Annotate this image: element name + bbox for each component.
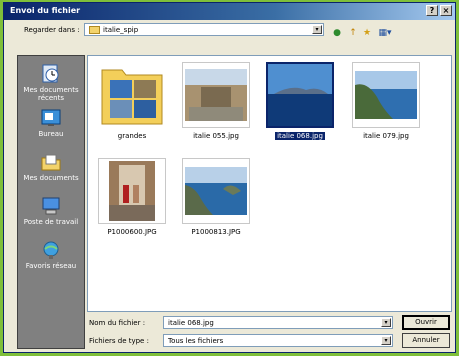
- close-button[interactable]: ×: [440, 5, 452, 16]
- file-name: italie 079.jpg: [363, 132, 409, 140]
- file-name-label: Nom du fichier :: [89, 319, 146, 327]
- network-icon: [40, 240, 62, 260]
- file-type-value: Tous les fichiers: [168, 337, 224, 345]
- help-button[interactable]: ?: [426, 5, 438, 16]
- file-item-image-selected[interactable]: italie 068.jpg: [260, 62, 340, 140]
- place-desktop[interactable]: Bureau: [18, 108, 84, 138]
- file-name-input[interactable]: italie 068.jpg ▾: [163, 316, 393, 329]
- place-label: Mes documents: [23, 174, 79, 182]
- file-name-value: italie 068.jpg: [168, 319, 214, 327]
- file-item-image[interactable]: italie 055.jpg: [176, 62, 256, 140]
- desktop-icon: [40, 108, 62, 128]
- recent-documents-icon: [40, 64, 62, 84]
- file-name: P1000813.JPG: [191, 228, 241, 236]
- file-name: italie 055.jpg: [193, 132, 239, 140]
- place-label: Favoris réseau: [25, 262, 77, 270]
- file-name: italie 068.jpg: [275, 132, 325, 140]
- place-label: Bureau: [38, 130, 64, 138]
- up-folder-icon[interactable]: ↑: [347, 27, 359, 39]
- chevron-down-icon[interactable]: ▾: [381, 318, 391, 327]
- file-item-image[interactable]: P1000813.JPG: [176, 158, 256, 236]
- file-item-image[interactable]: italie 079.jpg: [346, 62, 426, 140]
- image-thumbnail: [352, 62, 420, 128]
- chevron-down-icon[interactable]: ▾: [312, 25, 322, 34]
- look-in-dropdown[interactable]: italie_spip ▾: [84, 23, 324, 36]
- image-thumbnail: [98, 158, 166, 224]
- look-in-label: Regarder dans :: [24, 26, 80, 34]
- folder-thumbnail: [98, 62, 166, 128]
- file-dialog: Envoi du fichier ? × Regarder dans : ita…: [3, 2, 456, 353]
- open-button[interactable]: Ouvrir: [402, 315, 450, 330]
- file-type-label: Fichiers de type :: [89, 337, 149, 345]
- image-thumbnail: [266, 62, 334, 128]
- look-in-value: italie_spip: [103, 26, 139, 34]
- image-thumbnail: [182, 158, 250, 224]
- place-my-documents[interactable]: Mes documents: [18, 152, 84, 182]
- my-computer-icon: [40, 196, 62, 216]
- file-list-view[interactable]: grandes italie 055.jpg italie 068.jpg it…: [87, 55, 452, 312]
- cancel-button[interactable]: Annuler: [402, 333, 450, 348]
- file-item-folder[interactable]: grandes: [92, 62, 172, 140]
- place-my-computer[interactable]: Poste de travail: [18, 196, 84, 226]
- place-label: Mes documents récents: [23, 86, 79, 102]
- back-icon[interactable]: ●: [331, 27, 343, 39]
- new-folder-icon[interactable]: ★: [361, 27, 373, 39]
- chevron-down-icon[interactable]: ▾: [381, 336, 391, 345]
- file-name: grandes: [117, 132, 147, 140]
- title-bar[interactable]: Envoi du fichier ? ×: [4, 3, 455, 20]
- place-recent-documents[interactable]: Mes documents récents: [18, 64, 84, 102]
- place-label: Poste de travail: [23, 218, 79, 226]
- file-name: P1000600.JPG: [107, 228, 157, 236]
- places-bar: Mes documents récents Bureau Mes documen…: [17, 55, 85, 349]
- my-documents-icon: [40, 152, 62, 172]
- file-type-dropdown[interactable]: Tous les fichiers ▾: [163, 334, 393, 347]
- place-network[interactable]: Favoris réseau: [18, 240, 84, 270]
- folder-icon: [89, 26, 100, 34]
- dialog-title: Envoi du fichier: [10, 6, 81, 15]
- file-item-image[interactable]: P1000600.JPG: [92, 158, 172, 236]
- image-thumbnail: [182, 62, 250, 128]
- views-menu-icon[interactable]: ▦▾: [376, 27, 394, 39]
